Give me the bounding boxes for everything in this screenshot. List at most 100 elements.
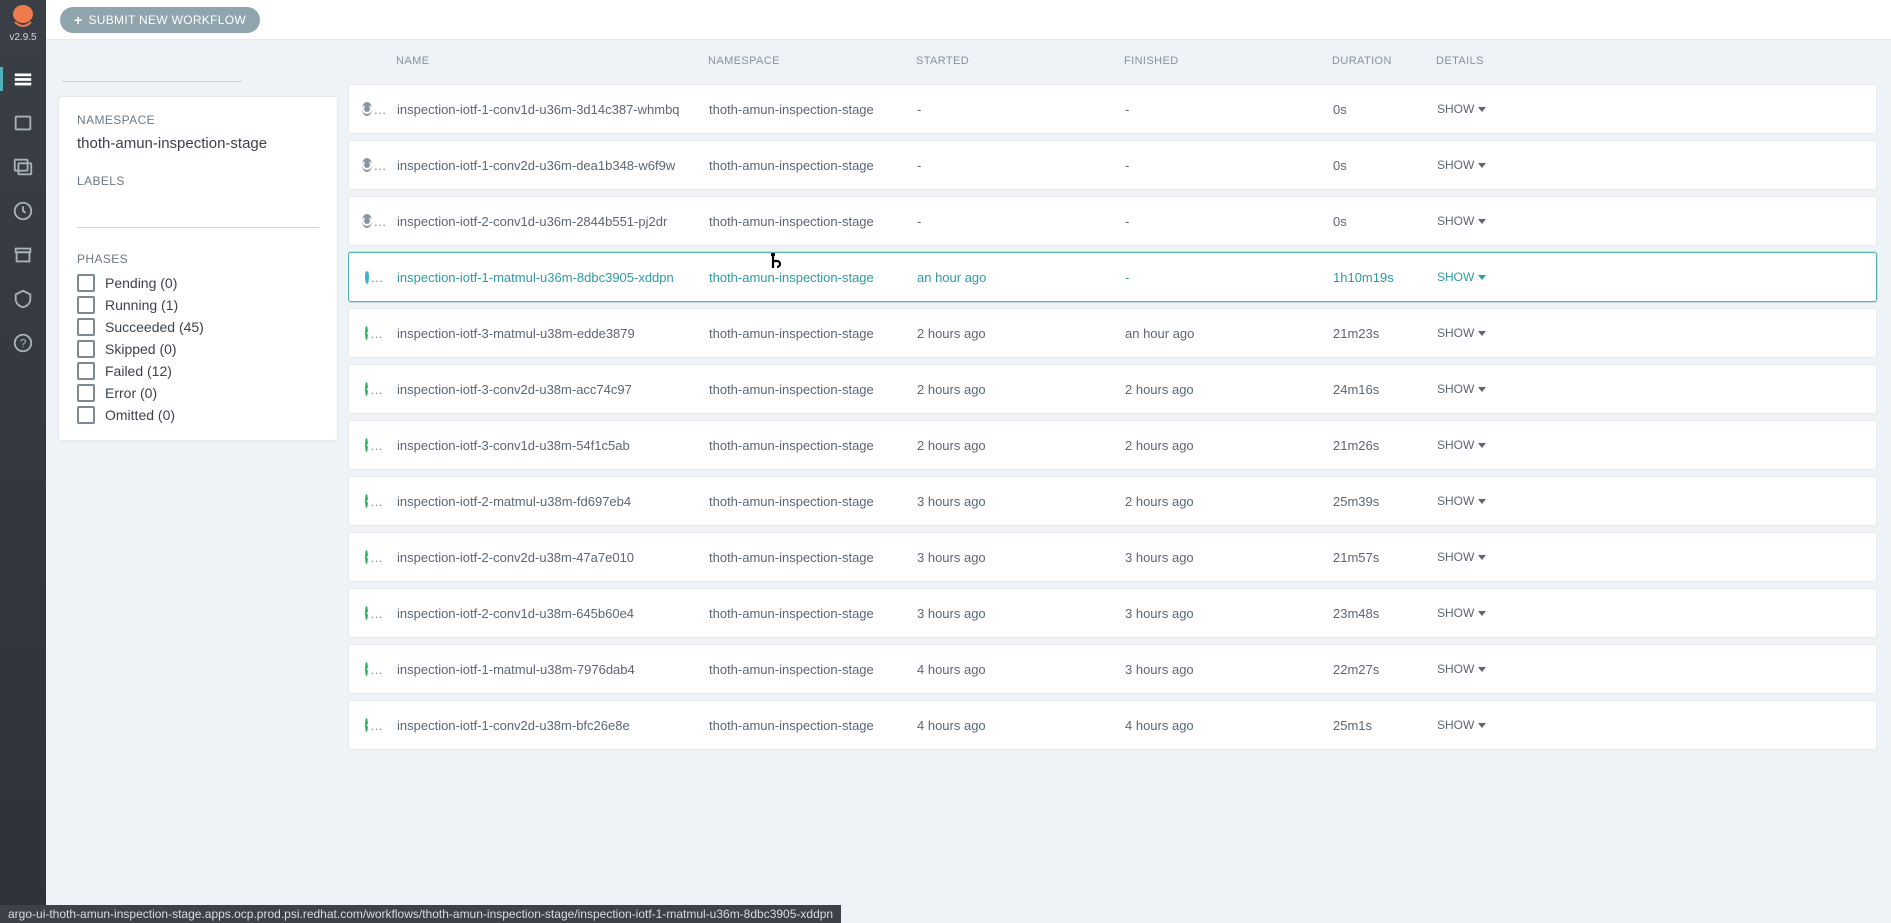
nav-cron[interactable] xyxy=(0,145,46,189)
checkbox-icon xyxy=(77,296,95,314)
col-started: STARTED xyxy=(916,55,1124,67)
workflow-finished: an hour ago xyxy=(1125,326,1194,341)
workflow-started: 2 hours ago xyxy=(917,438,986,453)
svg-text:?: ? xyxy=(20,337,27,351)
phase-filter-item[interactable]: Skipped (0) xyxy=(77,340,319,358)
workflow-namespace: thoth-amun-inspection-stage xyxy=(709,494,874,509)
workflow-row[interactable]: …inspection-iotf-1-conv2d-u38m-bfc26e8et… xyxy=(348,700,1877,750)
show-details-button[interactable]: SHOW xyxy=(1437,550,1517,564)
phase-filter-item[interactable]: Omitted (0) xyxy=(77,406,319,424)
phase-filter-item[interactable]: Pending (0) xyxy=(77,274,319,292)
statusbar-url: argo-ui-thoth-amun-inspection-stage.apps… xyxy=(0,905,841,923)
chevron-down-icon xyxy=(1478,611,1486,616)
workflow-started: 2 hours ago xyxy=(917,382,986,397)
search-input[interactable] xyxy=(68,59,244,74)
chevron-down-icon xyxy=(1478,387,1486,392)
checkbox-icon xyxy=(77,406,95,424)
row-menu-icon[interactable]: … xyxy=(374,214,387,229)
success-icon xyxy=(365,606,368,620)
chevron-down-icon xyxy=(1478,723,1486,728)
phase-filter-item[interactable]: Error (0) xyxy=(77,384,319,402)
workflow-row[interactable]: …inspection-iotf-1-conv2d-u36m-dea1b348-… xyxy=(348,140,1877,190)
phase-label: Skipped (0) xyxy=(105,341,177,357)
nav-help[interactable]: ? xyxy=(0,321,46,365)
submit-workflow-label: SUBMIT NEW WORKFLOW xyxy=(88,13,245,27)
workflow-name: inspection-iotf-3-conv2d-u38m-acc74c97 xyxy=(397,382,632,397)
checkbox-icon xyxy=(77,274,95,292)
chevron-down-icon xyxy=(1478,219,1486,224)
nav-templates[interactable] xyxy=(0,101,46,145)
workflow-duration: 0s xyxy=(1333,214,1347,229)
show-details-button[interactable]: SHOW xyxy=(1437,494,1517,508)
workflow-namespace: thoth-amun-inspection-stage xyxy=(709,382,874,397)
workflow-row[interactable]: … inspection-iotf-1-matmul-u36m-8dbc3905-… xyxy=(348,252,1877,302)
workflow-finished: 2 hours ago xyxy=(1125,382,1194,397)
submit-workflow-button[interactable]: + SUBMIT NEW WORKFLOW xyxy=(60,7,260,33)
workflow-namespace: thoth-amun-inspection-stage xyxy=(709,270,874,285)
workflow-finished: - xyxy=(1125,158,1129,173)
row-menu-icon[interactable]: … xyxy=(374,102,387,117)
pending-icon xyxy=(362,214,372,228)
success-icon xyxy=(365,718,368,732)
row-menu-icon[interactable]: … xyxy=(374,158,387,173)
phase-label: Succeeded (45) xyxy=(105,319,204,335)
workflow-row[interactable]: …inspection-iotf-1-matmul-u38m-7976dab4t… xyxy=(348,644,1877,694)
chevron-down-icon xyxy=(1478,555,1486,560)
show-details-button[interactable]: SHOW xyxy=(1437,438,1517,452)
workflow-row[interactable]: …inspection-iotf-1-conv1d-u36m-3d14c387-… xyxy=(348,84,1877,134)
workflow-namespace: thoth-amun-inspection-stage xyxy=(709,326,874,341)
running-icon xyxy=(365,270,369,284)
workflow-finished: 3 hours ago xyxy=(1125,550,1194,565)
show-details-button[interactable]: SHOW xyxy=(1437,102,1517,116)
show-details-button[interactable]: SHOW xyxy=(1437,214,1517,228)
workflow-name: inspection-iotf-1-matmul-u36m-8dbc3905-x… xyxy=(397,270,674,285)
workflow-name: inspection-iotf-2-conv2d-u38m-47a7e010 xyxy=(397,550,634,565)
pending-icon xyxy=(362,158,372,172)
show-details-button[interactable]: SHOW xyxy=(1437,270,1517,284)
workflow-finished: 2 hours ago xyxy=(1125,438,1194,453)
nav-reports[interactable] xyxy=(0,277,46,321)
show-details-button[interactable]: SHOW xyxy=(1437,606,1517,620)
show-label: SHOW xyxy=(1437,718,1474,732)
workflow-duration: 21m26s xyxy=(1333,438,1379,453)
workflow-started: 3 hours ago xyxy=(917,550,986,565)
phase-filter-item[interactable]: Succeeded (45) xyxy=(77,318,319,336)
nav-archive[interactable] xyxy=(0,233,46,277)
workflow-started: 4 hours ago xyxy=(917,662,986,677)
labels-input[interactable] xyxy=(77,202,319,228)
phase-filter-item[interactable]: Failed (12) xyxy=(77,362,319,380)
show-label: SHOW xyxy=(1437,382,1474,396)
workflow-finished: 3 hours ago xyxy=(1125,606,1194,621)
show-details-button[interactable]: SHOW xyxy=(1437,662,1517,676)
success-icon xyxy=(365,550,368,564)
namespace-value[interactable]: thoth-amun-inspection-stage xyxy=(77,135,319,152)
workflow-namespace: thoth-amun-inspection-stage xyxy=(709,662,874,677)
workflow-started: 3 hours ago xyxy=(917,606,986,621)
workflow-row[interactable]: …inspection-iotf-2-conv2d-u38m-47a7e010t… xyxy=(348,532,1877,582)
chevron-down-icon xyxy=(1478,163,1486,168)
workflow-row[interactable]: …inspection-iotf-3-conv1d-u38m-54f1c5abt… xyxy=(348,420,1877,470)
search-field[interactable] xyxy=(62,52,242,82)
workflow-row[interactable]: …inspection-iotf-2-conv1d-u38m-645b60e4t… xyxy=(348,588,1877,638)
workflow-started: an hour ago xyxy=(917,270,986,285)
show-details-button[interactable]: SHOW xyxy=(1437,718,1517,732)
workflow-namespace: thoth-amun-inspection-stage xyxy=(709,718,874,733)
row-menu-icon[interactable]: … xyxy=(371,270,384,285)
success-icon xyxy=(365,662,368,676)
checkbox-icon xyxy=(77,384,95,402)
nav-clock[interactable] xyxy=(0,189,46,233)
success-icon xyxy=(365,382,368,396)
workflow-name: inspection-iotf-1-conv2d-u38m-bfc26e8e xyxy=(397,718,630,733)
show-details-button[interactable]: SHOW xyxy=(1437,158,1517,172)
nav-workflows[interactable] xyxy=(0,57,46,101)
workflow-row[interactable]: …inspection-iotf-3-conv2d-u38m-acc74c97t… xyxy=(348,364,1877,414)
show-details-button[interactable]: SHOW xyxy=(1437,326,1517,340)
workflow-row[interactable]: …inspection-iotf-2-matmul-u38m-fd697eb4t… xyxy=(348,476,1877,526)
workflow-row[interactable]: …inspection-iotf-2-conv1d-u36m-2844b551-… xyxy=(348,196,1877,246)
workflow-row[interactable]: …inspection-iotf-3-matmul-u38m-edde3879t… xyxy=(348,308,1877,358)
show-details-button[interactable]: SHOW xyxy=(1437,382,1517,396)
workflow-name: inspection-iotf-3-matmul-u38m-edde3879 xyxy=(397,326,635,341)
col-namespace: NAMESPACE xyxy=(708,55,916,67)
phase-filter-item[interactable]: Running (1) xyxy=(77,296,319,314)
show-label: SHOW xyxy=(1437,158,1474,172)
